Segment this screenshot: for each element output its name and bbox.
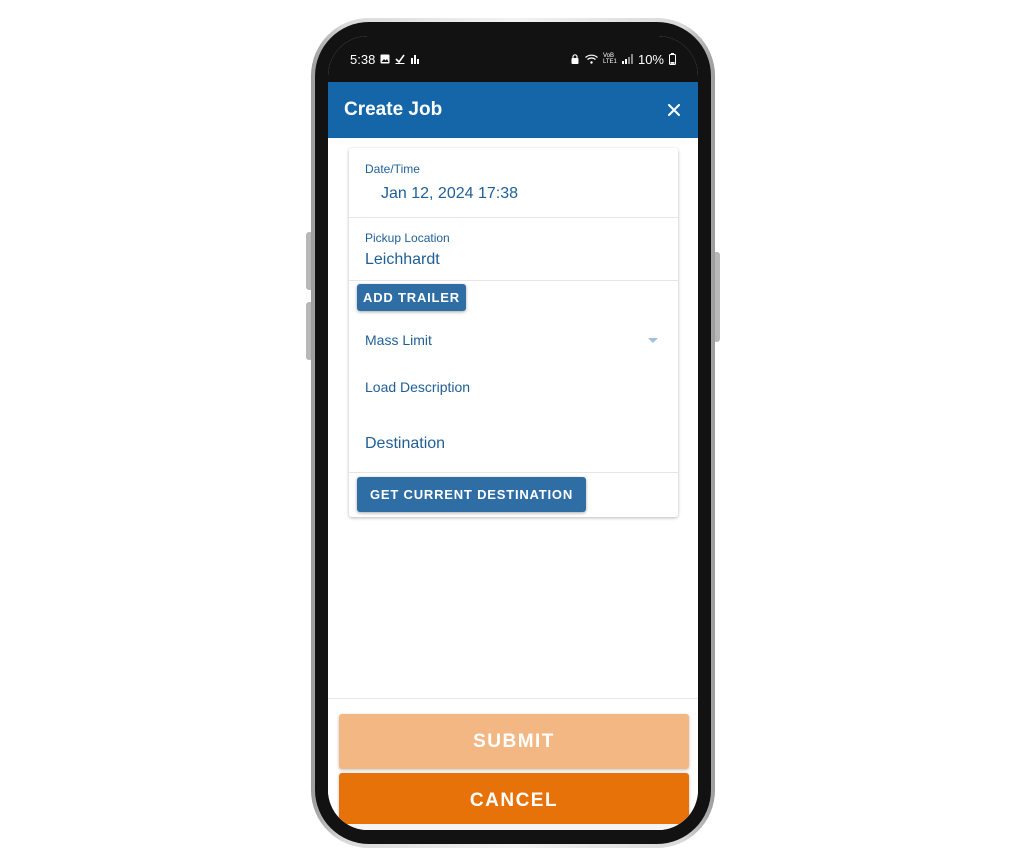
status-time: 5:38 — [350, 51, 376, 67]
get-current-destination-button[interactable]: GET CURRENT DESTINATION — [357, 477, 586, 512]
signal-icon — [621, 54, 633, 64]
close-button[interactable] — [662, 98, 686, 122]
load-description-field[interactable]: Load Description — [349, 379, 678, 401]
add-trailer-button[interactable]: ADD TRAILER — [357, 284, 466, 311]
pickup-location-field[interactable]: Pickup Location Leichhardt — [349, 231, 678, 279]
date-time-label: Date/Time — [365, 162, 420, 176]
page-title: Create Job — [344, 99, 443, 120]
date-time-field[interactable]: Date/Time Jan 12, 2024 17:38 — [349, 162, 678, 216]
phone-frame: 5:38 VoB LTE1 10% Create Job Date/Time J… — [311, 18, 715, 848]
pickup-location-value: Leichhardt — [365, 251, 440, 268]
battery-icon — [669, 53, 676, 65]
status-left: 5:38 — [350, 52, 420, 67]
navigation-bar — [328, 824, 698, 830]
divider — [349, 280, 678, 281]
battery-percent: 10% — [637, 51, 664, 67]
pickup-location-label: Pickup Location — [365, 231, 450, 245]
phone-bezel: 5:38 VoB LTE1 10% Create Job Date/Time J… — [315, 22, 711, 844]
form-content: Date/Time Jan 12, 2024 17:38 Pickup Loca… — [328, 138, 698, 698]
app-bar: Create Job — [328, 82, 698, 138]
job-form-card: Date/Time Jan 12, 2024 17:38 Pickup Loca… — [349, 148, 678, 517]
bar-chart-icon — [411, 55, 420, 64]
load-description-label: Load Description — [365, 379, 471, 395]
lock-icon — [571, 54, 579, 64]
divider — [349, 472, 678, 473]
footer-actions: SUBMIT CANCEL — [328, 698, 698, 830]
wifi-icon — [585, 54, 598, 64]
close-icon — [668, 104, 680, 116]
mass-limit-select[interactable]: Mass Limit — [349, 332, 678, 354]
dropdown-arrow-icon — [648, 338, 658, 343]
check-icon — [395, 54, 405, 64]
divider — [349, 217, 678, 218]
network-label: VoB LTE1 — [602, 53, 617, 65]
status-right: VoB LTE1 10% — [570, 52, 676, 67]
cancel-button[interactable]: CANCEL — [339, 773, 689, 828]
submit-button[interactable]: SUBMIT — [339, 714, 689, 769]
date-time-value: Jan 12, 2024 17:38 — [381, 185, 519, 202]
destination-field[interactable]: Destination — [349, 435, 678, 459]
phone-screen: 5:38 VoB LTE1 10% Create Job Date/Time J… — [328, 36, 698, 830]
mass-limit-label: Mass Limit — [365, 332, 432, 348]
destination-label: Destination — [365, 435, 446, 452]
canvas: 5:38 VoB LTE1 10% Create Job Date/Time J… — [0, 0, 1024, 858]
status-bar: 5:38 VoB LTE1 10% — [328, 36, 698, 82]
image-icon — [380, 54, 390, 64]
